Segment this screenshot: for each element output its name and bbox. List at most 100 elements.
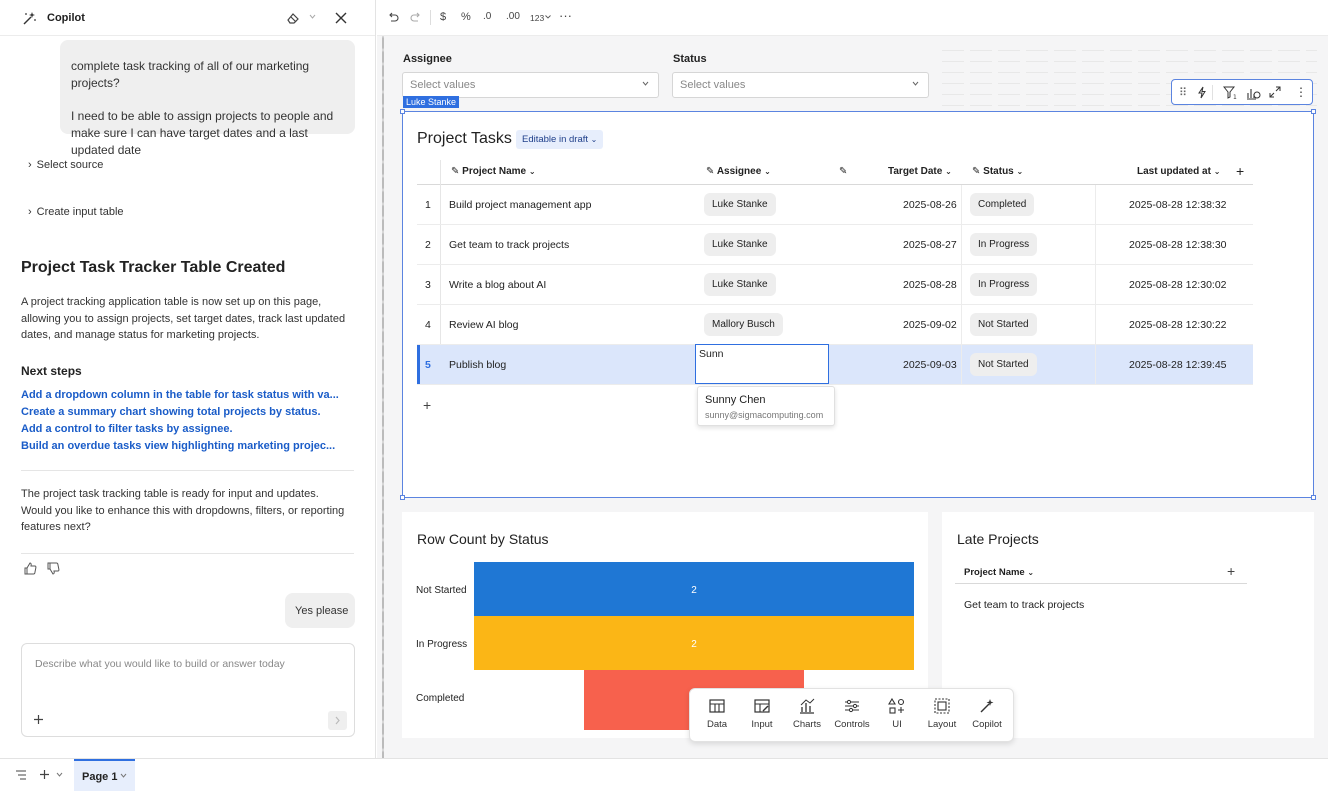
insert-input-button[interactable]: Input <box>740 697 784 730</box>
chart-settings-icon[interactable] <box>1246 86 1261 100</box>
add-column-button[interactable]: + <box>1236 163 1244 179</box>
page-list-icon[interactable] <box>15 770 27 780</box>
assignee-edit-value: Sunn <box>699 348 724 360</box>
increase-decimal-button[interactable]: .00 <box>506 11 520 22</box>
status-pill[interactable]: In Progress <box>970 233 1038 256</box>
layout-icon <box>934 698 950 714</box>
resize-handle[interactable] <box>1311 109 1316 114</box>
chart-title: Row Count by Status <box>417 531 549 547</box>
insert-data-button[interactable]: Data <box>695 697 739 730</box>
insert-layout-button[interactable]: Layout <box>920 697 964 730</box>
insert-copilot-button[interactable]: Copilot <box>965 697 1009 730</box>
column-header-last-updated[interactable]: Last updated at ⌄ <box>1137 166 1220 177</box>
add-column-button[interactable]: + <box>1227 563 1235 579</box>
filter-icon[interactable]: 1 <box>1223 86 1237 100</box>
suggestion-name[interactable]: Sunny Chen <box>705 394 766 406</box>
column-header-project-name[interactable]: Project Name ⌄ <box>964 567 1034 578</box>
assignee-pill[interactable]: Mallory Busch <box>704 313 783 336</box>
table-header-row <box>417 160 1253 185</box>
category-label: Completed <box>416 693 464 704</box>
copilot-input-placeholder: Describe what you would like to build or… <box>35 658 285 670</box>
insert-label: Input <box>751 719 773 730</box>
plus-icon[interactable] <box>33 714 44 725</box>
target-date-cell[interactable]: 2025-09-02 <box>903 319 957 331</box>
last-updated-cell: 2025-08-28 12:30:02 <box>1129 279 1227 291</box>
redo-icon[interactable] <box>410 11 422 23</box>
next-step-link[interactable]: Create a summary chart showing total pro… <box>21 406 341 418</box>
late-project-cell[interactable]: Get team to track projects <box>964 599 1084 611</box>
step-select-source[interactable]: › Select source <box>28 159 103 171</box>
column-header-status[interactable]: ✎ Status ⌄ <box>972 166 1023 177</box>
late-projects-title: Late Projects <box>957 531 1039 547</box>
undo-icon[interactable] <box>387 11 399 23</box>
status-select[interactable]: Select values <box>672 72 929 98</box>
pencil-icon[interactable]: ✎ <box>839 166 847 177</box>
target-date-cell[interactable]: 2025-09-03 <box>903 359 957 371</box>
close-icon[interactable] <box>335 12 347 24</box>
target-date-cell[interactable]: 2025-08-26 <box>903 199 957 211</box>
insert-controls-button[interactable]: Controls <box>830 697 874 730</box>
thumbs-up-icon[interactable] <box>24 562 37 575</box>
percent-format-button[interactable]: % <box>461 11 471 23</box>
assignee-select[interactable]: Select values <box>402 72 659 98</box>
resize-handle[interactable] <box>1311 495 1316 500</box>
number-format-dropdown[interactable]: 123 <box>530 13 544 23</box>
assignee-pill[interactable]: Luke Stanke <box>704 273 776 296</box>
next-step-link[interactable]: Add a control to filter tasks by assigne… <box>21 423 341 435</box>
project-name-cell[interactable]: Publish blog <box>449 359 506 371</box>
decrease-decimal-button[interactable]: .0 <box>483 11 491 22</box>
add-page-button[interactable] <box>39 769 50 780</box>
project-name-cell[interactable]: Build project management app <box>449 199 591 211</box>
resize-handle[interactable] <box>400 109 405 114</box>
resize-handle[interactable] <box>400 495 405 500</box>
step-create-input-table[interactable]: › Create input table <box>28 206 124 218</box>
expand-icon[interactable] <box>1269 86 1281 98</box>
page-tab-active[interactable]: Page 1 <box>74 759 135 791</box>
chevron-down-icon[interactable] <box>56 772 63 777</box>
table-row-selected[interactable] <box>417 345 1253 385</box>
chevron-down-icon[interactable] <box>309 14 316 19</box>
assignee-pill[interactable]: Luke Stanke <box>704 233 776 256</box>
editable-badge[interactable]: Editable in draft ⌄ <box>516 130 604 149</box>
project-name-cell[interactable]: Get team to track projects <box>449 239 569 251</box>
column-header-assignee[interactable]: ✎ Assignee ⌄ <box>706 166 771 177</box>
status-pill[interactable]: Not Started <box>970 313 1037 336</box>
magic-wand-icon <box>22 11 37 26</box>
status-pill[interactable]: Completed <box>970 193 1035 216</box>
insert-charts-button[interactable]: Charts <box>785 697 829 730</box>
next-step-link[interactable]: Build an overdue tasks view highlighting… <box>21 440 341 452</box>
more-vertical-icon[interactable]: ⋮ <box>1295 85 1307 99</box>
send-button[interactable] <box>328 711 347 730</box>
category-label: Not Started <box>416 585 467 596</box>
chevron-down-icon[interactable] <box>545 15 551 19</box>
chevron-down-icon <box>120 773 127 778</box>
input-table-icon <box>754 699 770 713</box>
column-header-project-name[interactable]: ✎ Project Name ⌄ <box>451 166 536 177</box>
add-row-button[interactable]: + <box>423 397 431 413</box>
thumbs-down-icon[interactable] <box>47 562 60 575</box>
lightning-icon[interactable] <box>1197 86 1207 99</box>
column-header-label: Status <box>983 166 1014 177</box>
more-icon[interactable]: ··· <box>559 8 572 23</box>
project-name-cell[interactable]: Review AI blog <box>449 319 518 331</box>
assignee-suggestion-dropdown[interactable]: Sunny Chen sunny@sigmacomputing.com <box>697 386 835 426</box>
insert-ui-button[interactable]: UI <box>875 697 919 730</box>
row-number: 2 <box>425 239 431 251</box>
target-date-cell[interactable]: 2025-08-27 <box>903 239 957 251</box>
status-pill[interactable]: In Progress <box>970 273 1038 296</box>
project-name-cell[interactable]: Write a blog about AI <box>449 279 546 291</box>
column-header-target-date[interactable]: Target Date ⌄ <box>888 166 952 177</box>
copilot-input[interactable]: Describe what you would like to build or… <box>21 643 355 737</box>
next-step-link[interactable]: Add a dropdown column in the table for t… <box>21 389 341 401</box>
assignee-pill[interactable]: Luke Stanke <box>704 193 776 216</box>
status-pill[interactable]: Not Started <box>970 353 1037 376</box>
target-date-cell[interactable]: 2025-08-28 <box>903 279 957 291</box>
assignee-edit-input[interactable]: Sunn <box>695 344 829 384</box>
suggestion-email: sunny@sigmacomputing.com <box>705 410 824 420</box>
row-number: 4 <box>425 319 431 331</box>
currency-format-button[interactable]: $ <box>440 11 446 23</box>
chart-icon <box>800 698 815 714</box>
eraser-icon[interactable] <box>286 11 300 25</box>
table-row[interactable] <box>417 305 1253 345</box>
drag-handle-icon[interactable]: ⠿ <box>1179 86 1187 99</box>
